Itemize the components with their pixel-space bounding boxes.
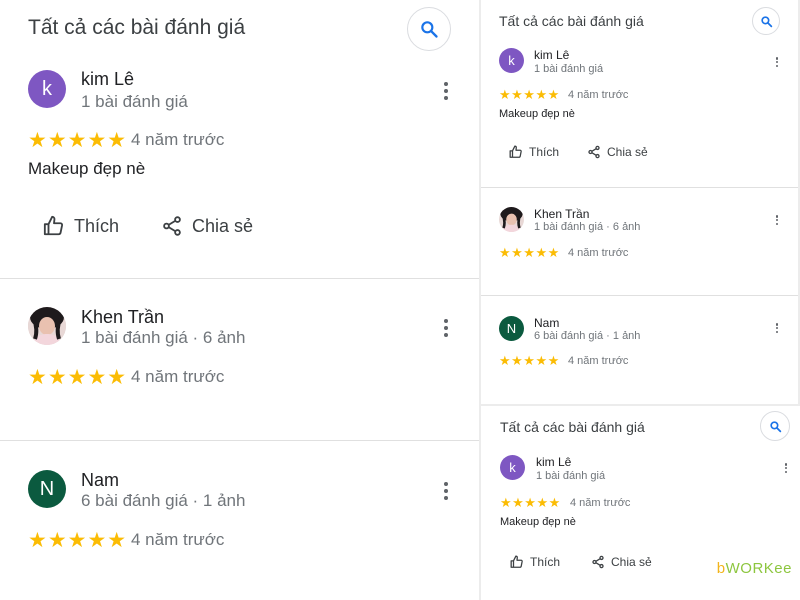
watermark-b: b <box>716 560 726 577</box>
reviewer-meta: 1 bài đánh giá <box>536 470 606 482</box>
like-button[interactable]: Thích <box>510 555 560 569</box>
more-options-button[interactable] <box>441 482 451 500</box>
right-top-reviews-panel: Tất cả các bài đánh giá k kim Lê 1 bài đ… <box>481 0 798 404</box>
share-label: Chia sẻ <box>611 555 652 569</box>
avatar: k <box>500 455 525 480</box>
like-label: Thích <box>530 555 561 569</box>
share-icon <box>592 555 604 569</box>
more-options-button[interactable] <box>783 463 789 473</box>
review-time: 4 năm trước <box>131 530 225 549</box>
reviewer-name[interactable]: Nam <box>534 316 559 330</box>
reviewer-meta: 6 bài đánh giá · 1 ảnh <box>81 491 246 510</box>
avatar: N <box>499 316 524 341</box>
rating-stars: ★★★★★ <box>28 529 128 552</box>
reviewer-name[interactable]: Nam <box>81 470 119 491</box>
avatar-initial: N <box>39 477 55 500</box>
share-button[interactable]: Chia sẻ <box>591 555 652 569</box>
rating-stars: ★★★★★ <box>499 353 560 368</box>
left-reviews-panel: Tất cả các bài đánh giá k kim Lê 1 bài đ… <box>0 0 479 600</box>
review-item-nam: N Nam 6 bài đánh giá · 1 ảnh ★★★★★ 4 năm… <box>0 0 479 600</box>
avatar: N <box>28 470 66 508</box>
avatar-initial: k <box>509 460 516 475</box>
review-item-nam: N Nam 6 bài đánh giá · 1 ảnh ★★★★★ 4 năm… <box>481 0 798 404</box>
review-time: 4 năm trước <box>570 497 631 509</box>
rating-stars: ★★★★★ <box>500 495 561 510</box>
bworkee-watermark-logo: bWORKee <box>717 560 792 577</box>
avatar-initial: N <box>506 321 517 336</box>
reviewer-meta: 6 bài đánh giá · 1 ảnh <box>534 330 641 342</box>
review-text: Makeup đẹp nè <box>500 516 576 528</box>
watermark-rest: WORKee <box>725 560 792 577</box>
more-options-button[interactable] <box>774 323 780 333</box>
review-time: 4 năm trước <box>568 355 629 367</box>
thumbs-up-icon <box>510 555 523 568</box>
reviewer-name[interactable]: kim Lê <box>536 455 571 469</box>
